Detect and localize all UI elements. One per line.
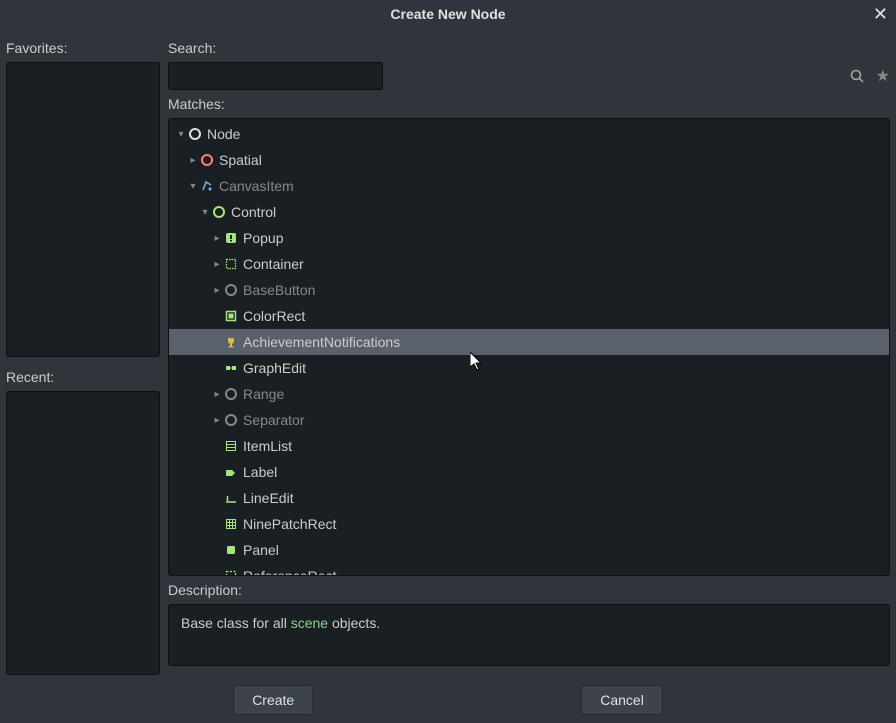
tree-item-achievementnotifications[interactable]: AchievementNotifications: [169, 329, 889, 355]
tree-item-control[interactable]: ▾ Control: [169, 199, 889, 225]
tree-item-label: Range: [243, 386, 284, 402]
dialog-title: Create New Node: [390, 6, 505, 22]
tree-item-graphedit[interactable]: GraphEdit: [169, 355, 889, 381]
tree-item-label: Panel: [243, 542, 279, 558]
panel-icon: [223, 542, 239, 558]
tree-item-colorrect[interactable]: ColorRect: [169, 303, 889, 329]
basebutton-icon: [223, 282, 239, 298]
cancel-button[interactable]: Cancel: [581, 685, 663, 715]
matches-label: Matches:: [168, 90, 890, 118]
description-text-kw: scene: [291, 615, 328, 631]
tree-item-separator[interactable]: ▸ Separator: [169, 407, 889, 433]
search-icon: [850, 69, 864, 83]
search-wrap: [168, 62, 870, 90]
expand-arrow[interactable]: ▾: [175, 129, 187, 140]
tree-item-referencerect[interactable]: ReferenceRect: [169, 563, 889, 576]
popup-icon: [223, 230, 239, 246]
favorite-toggle-button[interactable]: ★: [876, 66, 890, 86]
refrect-icon: [223, 568, 239, 576]
expand-arrow[interactable]: ▸: [211, 233, 223, 244]
description-panel: Base class for all scene objects.: [168, 604, 890, 666]
range-icon: [223, 386, 239, 402]
tree-item-label: Spatial: [219, 152, 262, 168]
right-column: Search: ★ Matches: ▾ Node ▸ Spatial ▾ CanvasI…: [168, 34, 890, 675]
tree-item-label: BaseButton: [243, 282, 315, 298]
tree-item-label: NinePatchRect: [243, 516, 336, 532]
tree-item-popup[interactable]: ▸ Popup: [169, 225, 889, 251]
favorites-label: Favorites:: [6, 34, 160, 62]
tree-item-spatial[interactable]: ▸ Spatial: [169, 147, 889, 173]
expand-arrow[interactable]: ▸: [211, 285, 223, 296]
tree-item-label: ColorRect: [243, 308, 305, 324]
star-icon: ★: [876, 68, 890, 85]
tree-item-lineedit[interactable]: LineEdit: [169, 485, 889, 511]
tree-item-label: Control: [231, 204, 276, 220]
tree-item-label: Separator: [243, 412, 304, 428]
description-label: Description:: [168, 576, 890, 604]
description-text-post: objects.: [328, 615, 380, 631]
recent-label: Recent:: [6, 363, 160, 391]
tree-item-label: ReferenceRect: [243, 568, 336, 576]
tree-item-label: Container: [243, 256, 304, 272]
search-input[interactable]: [168, 62, 383, 90]
content-area: Favorites: Recent: Search: ★ Matches:: [0, 28, 896, 675]
tree-item-label: ItemList: [243, 438, 292, 454]
spatial-icon: [199, 152, 215, 168]
tree-item-label: Node: [207, 126, 240, 142]
close-icon: ✕: [873, 4, 888, 24]
tree-item-label: GraphEdit: [243, 360, 306, 376]
tree-item-itemlist[interactable]: ItemList: [169, 433, 889, 459]
expand-arrow[interactable]: ▾: [199, 207, 211, 218]
close-button[interactable]: ✕: [873, 4, 888, 25]
description-text-pre: Base class for all: [181, 615, 291, 631]
expand-arrow[interactable]: ▸: [187, 155, 199, 166]
favorites-list[interactable]: [6, 62, 160, 357]
tree-item-container[interactable]: ▸ Container: [169, 251, 889, 277]
tree-item-canvasitem[interactable]: ▾ CanvasItem: [169, 173, 889, 199]
tree-item-label: Label: [243, 464, 277, 480]
separator-icon: [223, 412, 239, 428]
matches-tree[interactable]: ▾ Node ▸ Spatial ▾ CanvasItem ▾ Control ▸ Popup ▸ C…: [168, 118, 890, 576]
tree-item-node[interactable]: ▾ Node: [169, 121, 889, 147]
expand-arrow[interactable]: ▾: [187, 181, 199, 192]
itemlist-icon: [223, 438, 239, 454]
search-label: Search:: [168, 34, 890, 62]
expand-arrow[interactable]: ▸: [211, 259, 223, 270]
tree-item-range[interactable]: ▸ Range: [169, 381, 889, 407]
ninepatch-icon: [223, 516, 239, 532]
tree-item-panel[interactable]: Panel: [169, 537, 889, 563]
create-node-dialog: Create New Node ✕ Favorites: Recent: Sea…: [0, 0, 896, 723]
tree-item-basebutton[interactable]: ▸ BaseButton: [169, 277, 889, 303]
trophy-icon: [223, 334, 239, 350]
expand-arrow[interactable]: ▸: [211, 415, 223, 426]
left-column: Favorites: Recent:: [6, 34, 160, 675]
container-icon: [223, 256, 239, 272]
label-icon: [223, 464, 239, 480]
node-icon: [187, 126, 203, 142]
recent-list[interactable]: [6, 391, 160, 675]
expand-arrow[interactable]: ▸: [211, 389, 223, 400]
canvas-icon: [199, 178, 215, 194]
lineedit-icon: [223, 490, 239, 506]
search-row: ★: [168, 62, 890, 90]
tree-item-ninepatchrect[interactable]: NinePatchRect: [169, 511, 889, 537]
create-button[interactable]: Create: [233, 685, 313, 715]
control-icon: [211, 204, 227, 220]
button-row: Create Cancel: [0, 675, 896, 723]
tree-item-label[interactable]: Label: [169, 459, 889, 485]
tree-item-label: LineEdit: [243, 490, 294, 506]
tree-item-label: Popup: [243, 230, 283, 246]
graphedit-icon: [223, 360, 239, 376]
colorrect-icon: [223, 308, 239, 324]
titlebar: Create New Node ✕: [0, 0, 896, 28]
tree-item-label: CanvasItem: [219, 178, 294, 194]
tree-item-label: AchievementNotifications: [243, 334, 400, 350]
